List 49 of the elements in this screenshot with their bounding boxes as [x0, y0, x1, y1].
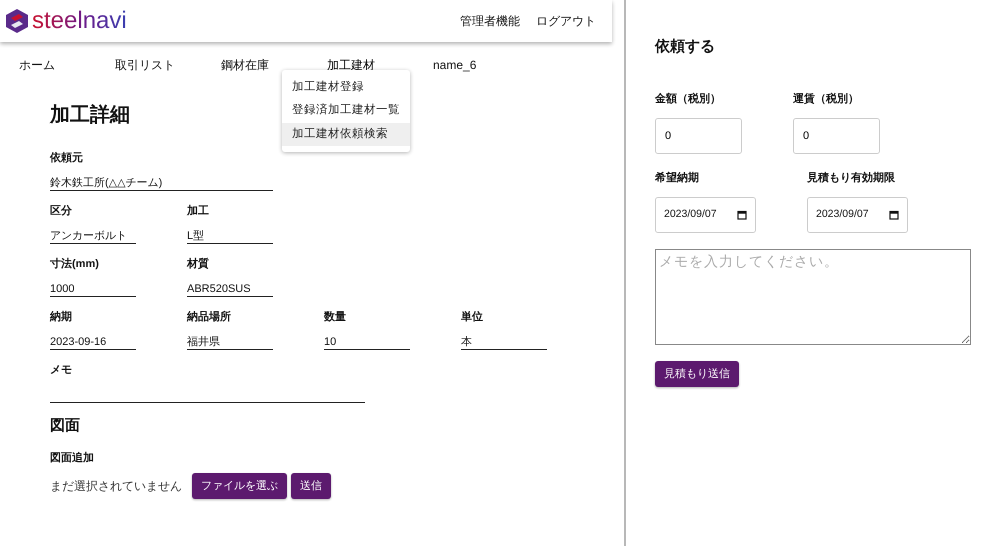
submit-button[interactable]: 見積もり送信	[655, 360, 739, 387]
field-label: 材質	[187, 256, 210, 271]
section-title: 図面	[50, 416, 81, 436]
number-field[interactable]: 0	[793, 118, 880, 154]
action-button[interactable]: ファイルを選ぶ	[192, 472, 287, 499]
field-value: 10	[324, 331, 410, 350]
nav-tab[interactable]: 取引リスト	[115, 56, 175, 74]
calendar-icon[interactable]	[737, 210, 747, 220]
field-label: 希望納期	[655, 170, 700, 184]
menu-item[interactable]: 加工建材登録	[282, 76, 410, 100]
logo-icon	[6, 9, 28, 33]
date-field[interactable]: 2023/09/07	[807, 196, 908, 232]
nav-tab[interactable]: 加工建材	[327, 56, 375, 74]
field-value: 鈴木鉄工所(△△チーム)	[50, 172, 273, 191]
action-button[interactable]: 送信	[291, 472, 331, 499]
field-value: アンカーボルト	[50, 225, 136, 244]
panel-title: 依頼する	[655, 37, 716, 57]
field-label: 見積もり有効期限	[807, 170, 896, 184]
menu-item[interactable]: 加工建材依頼検索	[282, 122, 410, 146]
field-value: 福井県	[187, 331, 273, 350]
nav-tab[interactable]: name_6	[433, 56, 476, 74]
nav-tab[interactable]: ホーム	[19, 56, 55, 74]
field-label: 図面追加	[50, 450, 95, 464]
nav-tab[interactable]: 鋼材在庫	[221, 56, 269, 74]
field-label: 寸法(mm)	[50, 256, 100, 271]
menu-item[interactable]: 登録済加工建材一覧	[282, 99, 410, 122]
field-value: L型	[187, 225, 273, 244]
field-value: 1000	[50, 278, 136, 297]
memo-field[interactable]: メモを入力してください。	[655, 248, 971, 344]
field-label: 運賃（税別）	[793, 92, 860, 104]
field-value: 本	[461, 331, 547, 350]
field-label: 区分	[50, 204, 73, 218]
page-title: 加工詳細	[50, 103, 130, 128]
field-label: 納品場所	[187, 310, 232, 324]
calendar-icon[interactable]	[889, 210, 899, 220]
field-label: 加工	[187, 204, 210, 218]
field-label: 依頼元	[50, 150, 84, 165]
field-label: 金額（税別）	[655, 92, 722, 104]
field-label: 単位	[461, 310, 484, 324]
field-label: 納期	[50, 310, 73, 324]
file-status: まだ選択されていません	[50, 478, 182, 495]
field-value: 2023-09-16	[50, 331, 136, 350]
number-field[interactable]: 0	[655, 118, 742, 154]
field-value: ABR520SUS	[187, 278, 273, 297]
date-field[interactable]: 2023/09/07	[655, 196, 756, 232]
nav-link[interactable]: 管理者機能	[460, 12, 520, 30]
nav-link[interactable]: ログアウト	[536, 12, 596, 30]
field-label: 数量	[324, 310, 347, 324]
field-label: メモ	[50, 363, 73, 377]
